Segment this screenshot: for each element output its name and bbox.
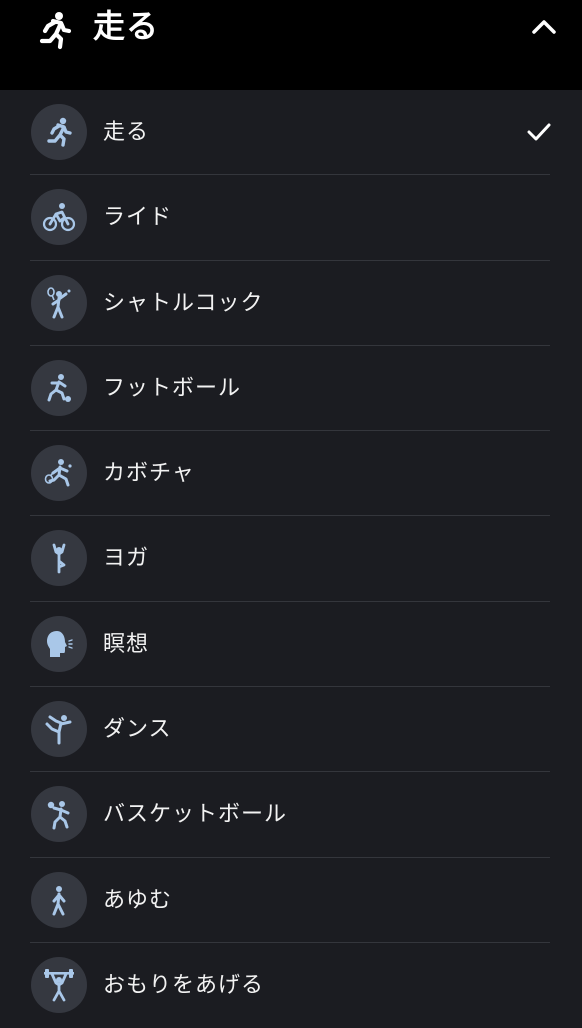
activity-header: 走る — [0, 0, 582, 90]
icon-circle — [31, 786, 87, 843]
running-icon — [47, 117, 72, 147]
list-item-badminton[interactable]: シャトルコック — [0, 261, 582, 346]
icon-circle — [31, 445, 87, 502]
list-item-label: ヨガ — [103, 546, 150, 572]
list-item-label: あゆむ — [103, 887, 173, 913]
page-title: 走る — [93, 7, 160, 45]
list-item-label: 瞑想 — [103, 631, 150, 657]
tennis-icon — [44, 459, 72, 487]
list-item-football[interactable]: フットボール — [0, 346, 582, 432]
running-icon — [39, 12, 72, 50]
list-item-meditation[interactable]: 瞑想 — [0, 602, 582, 688]
yoga-icon — [52, 544, 66, 574]
icon-circle — [31, 871, 87, 928]
icon-circle — [31, 956, 87, 1013]
list-item-squash[interactable]: カボチャ — [0, 431, 582, 517]
icon-circle — [31, 104, 87, 160]
icon-circle — [31, 359, 87, 416]
icon-circle — [31, 701, 87, 758]
list-item-running[interactable]: 走る — [0, 90, 582, 176]
list-item-dance[interactable]: ダンス — [0, 687, 582, 773]
list-item-walk[interactable]: あゆむ — [0, 858, 582, 943]
cycling-icon — [42, 203, 76, 232]
chevron-up-icon — [532, 20, 556, 34]
activity-list: 走る ライド シャトルコック フットボール カボチャ ヨガ 瞑想 ダンス バスケ… — [0, 90, 582, 1028]
list-item-label: ライド — [103, 205, 173, 231]
dance-icon — [45, 715, 72, 745]
list-item-yoga[interactable]: ヨガ — [0, 516, 582, 602]
list-item-ride[interactable]: ライド — [0, 175, 582, 261]
icon-circle — [31, 189, 87, 246]
list-item-label: カボチャ — [103, 461, 195, 487]
football-icon — [47, 373, 71, 402]
basketball-icon — [47, 801, 70, 830]
list-item-weightlifting[interactable]: おもりをあげる — [0, 943, 582, 1028]
list-item-basketball[interactable]: バスケットボール — [0, 772, 582, 858]
walking-icon — [52, 885, 66, 916]
meditation-icon — [47, 630, 73, 657]
icon-circle — [31, 530, 87, 587]
weightlifting-icon — [44, 968, 74, 1002]
list-item-label: 走る — [103, 120, 150, 145]
list-item-label: バスケットボール — [103, 802, 288, 828]
icon-circle — [31, 274, 87, 331]
icon-circle — [31, 615, 87, 672]
collapse-button[interactable] — [527, 10, 561, 44]
list-item-label: シャトルコック — [103, 290, 264, 316]
list-item-label: ダンス — [103, 717, 172, 743]
list-item-label: おもりをあげる — [103, 972, 265, 998]
list-item-label: フットボール — [103, 375, 242, 401]
badminton-icon — [47, 286, 71, 319]
checkmark-icon — [527, 123, 551, 141]
